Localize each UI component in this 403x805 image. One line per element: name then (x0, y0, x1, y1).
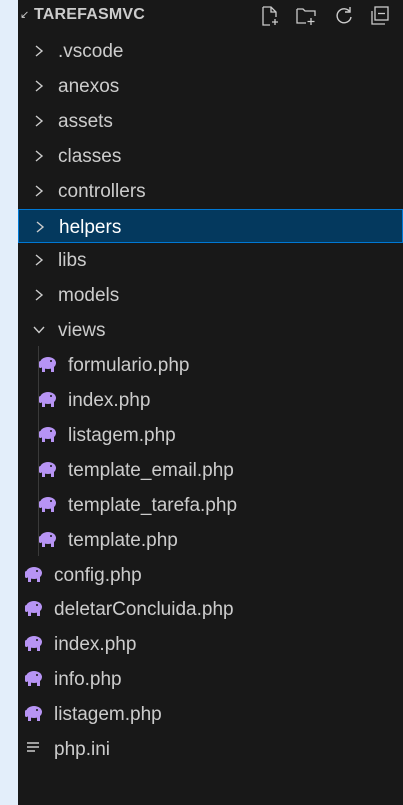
chevron-right-icon[interactable] (32, 43, 46, 59)
php-elephant-icon (24, 704, 44, 722)
php-elephant-icon (38, 355, 58, 373)
tree-item-label: controllers (58, 180, 146, 202)
tree-item-label: deletarConcluida.php (54, 599, 234, 621)
tree-item-label: index.php (54, 634, 137, 656)
tree-item-info-php[interactable]: info.php (18, 662, 403, 696)
tree-item-label: index.php (68, 390, 151, 411)
chevron-right-icon[interactable] (32, 252, 46, 268)
tree-item-label: listagem.php (68, 424, 176, 446)
tree-item-label: config.php (54, 564, 142, 586)
chevron-down-icon[interactable] (32, 322, 46, 338)
tree-item-listagem-php[interactable]: listagem.php (18, 697, 403, 731)
php-elephant-icon (38, 390, 58, 408)
new-folder-icon[interactable] (294, 4, 318, 28)
tree-item-assets[interactable]: assets (18, 104, 403, 138)
tree-item-config-php[interactable]: config.php (18, 558, 403, 592)
explorer-header[interactable]: ↙ TAREFASMVC (18, 0, 403, 34)
tree-item-anexos[interactable]: anexos (18, 69, 403, 103)
php-elephant-icon (24, 565, 44, 583)
tree-item-php-ini[interactable]: php.ini (18, 732, 403, 766)
tree-item-label: anexos (58, 75, 120, 97)
tree-item-controllers[interactable]: controllers (18, 174, 403, 208)
tree-item-libs[interactable]: libs (18, 243, 403, 277)
workspace-title[interactable]: TAREFASMVC (34, 6, 145, 24)
tree-item-label: models (58, 285, 120, 307)
tree-item-formulario-php[interactable]: formulario.php (18, 348, 403, 382)
settings-file-icon (24, 739, 44, 757)
php-elephant-icon (38, 530, 58, 548)
tree-item-views[interactable]: views (18, 313, 403, 347)
tree-item-label: php.ini (54, 739, 110, 760)
tree-item-template-email-php[interactable]: template_email.php (18, 453, 403, 487)
tree-item-deletarconcluida-php[interactable]: deletarConcluida.php (18, 592, 403, 626)
tree-item-template-tarefa-php[interactable]: template_tarefa.php (18, 488, 403, 522)
tree-item-label: template_email.php (68, 459, 234, 481)
tree-item-classes[interactable]: classes (18, 139, 403, 173)
tree-item-models[interactable]: models (18, 278, 403, 312)
chevron-right-icon[interactable] (33, 219, 47, 235)
tree-item-index-php[interactable]: index.php (18, 383, 403, 417)
tree-item--vscode[interactable]: .vscode (18, 34, 403, 68)
chevron-right-icon[interactable] (32, 287, 46, 303)
tree-item-label: classes (58, 145, 122, 167)
php-elephant-icon (24, 634, 44, 652)
refresh-icon[interactable] (332, 4, 356, 28)
tree-item-label: formulario.php (68, 355, 190, 377)
php-elephant-icon (38, 460, 58, 478)
tree-item-template-php[interactable]: template.php (18, 523, 403, 557)
tree-item-label: libs (58, 250, 87, 272)
tree-item-label: helpers (59, 216, 122, 238)
tree-item-label: assets (58, 110, 113, 132)
tree-item-label: .vscode (58, 41, 124, 62)
php-elephant-icon (24, 599, 44, 617)
tree-item-label: views (58, 320, 106, 342)
chevron-right-icon[interactable] (32, 113, 46, 129)
tree-item-index-php[interactable]: index.php (18, 627, 403, 661)
tree-item-label: listagem.php (54, 704, 162, 726)
php-elephant-icon (38, 425, 58, 443)
explorer-panel: ↙ TAREFASMVC .vscode anexos assets class… (18, 0, 403, 805)
php-elephant-icon (38, 495, 58, 513)
chevron-right-icon[interactable] (32, 148, 46, 164)
chevron-down-icon[interactable]: ↙ (20, 10, 30, 21)
tree-item-helpers[interactable]: helpers (18, 208, 403, 243)
new-file-icon[interactable] (258, 4, 282, 28)
chevron-right-icon[interactable] (32, 78, 46, 94)
tree-item-label: info.php (54, 669, 122, 691)
tree-item-listagem-php[interactable]: listagem.php (18, 418, 403, 452)
tree-item-label: template.php (68, 529, 178, 551)
php-elephant-icon (24, 669, 44, 687)
chevron-right-icon[interactable] (32, 183, 46, 199)
collapse-all-icon[interactable] (368, 4, 392, 28)
tree-item-label: template_tarefa.php (68, 494, 238, 516)
